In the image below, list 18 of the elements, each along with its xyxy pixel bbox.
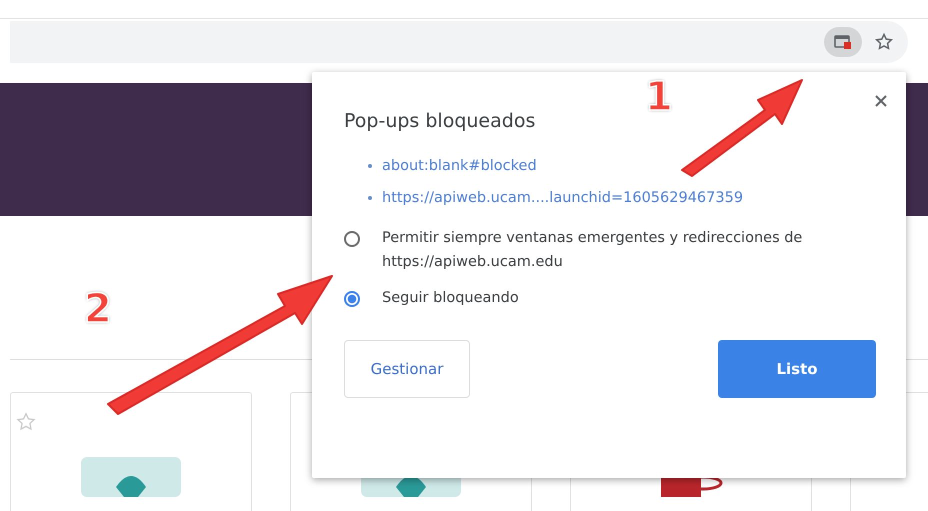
radio-button[interactable] xyxy=(344,231,360,247)
popup-title: Pop-ups bloqueados xyxy=(344,110,536,132)
popup-blocked-button[interactable] xyxy=(824,27,862,57)
done-button[interactable]: Listo xyxy=(718,340,876,398)
bullet-icon xyxy=(368,164,372,168)
radio-button[interactable] xyxy=(344,291,360,307)
option-label: Permitir siempre ventanas emergentes y redirecciones de https://apiweb.ucam.edu xyxy=(382,229,804,272)
close-button[interactable] xyxy=(874,94,888,108)
bookmark-star-icon[interactable] xyxy=(874,32,894,52)
option-label: Seguir bloqueando xyxy=(382,289,520,308)
star-icon[interactable] xyxy=(15,411,37,433)
popup-blocked-icon xyxy=(834,34,852,50)
blocked-link[interactable]: about:blank#blocked xyxy=(382,158,537,174)
manage-button[interactable]: Gestionar xyxy=(344,340,470,398)
bullet-icon xyxy=(368,196,372,200)
app-tile-icon xyxy=(81,457,181,497)
blocked-link[interactable]: https://apiweb.ucam....launchid=1605629467359 xyxy=(382,190,744,206)
close-icon xyxy=(874,94,888,108)
